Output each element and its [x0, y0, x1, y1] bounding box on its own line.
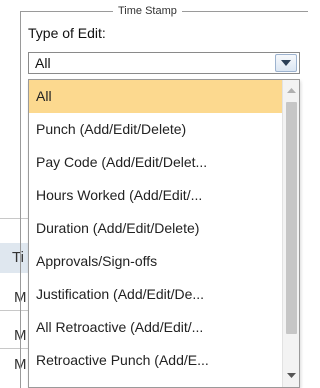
type-of-edit-select[interactable]: All [28, 52, 300, 74]
dropdown-option[interactable]: Justification (Add/Edit/De... [29, 278, 282, 311]
dropdown-option[interactable]: All Retroactive (Add/Edit/... [29, 311, 282, 344]
type-of-edit-dropdown-list[interactable]: All Punch (Add/Edit/Delete) Pay Code (Ad… [28, 79, 300, 388]
triangle-down-icon[interactable] [287, 373, 296, 378]
triangle-up-icon[interactable] [287, 88, 296, 93]
dropdown-option[interactable]: Hours Worked (Add/Edit/... [29, 179, 282, 212]
dropdown-scrollbar[interactable] [282, 80, 299, 387]
dropdown-toggle-button[interactable] [275, 54, 297, 72]
scrollbar-thumb[interactable] [286, 102, 297, 334]
dropdown-option[interactable]: Punch (Add/Edit/Delete) [29, 113, 282, 146]
dropdown-option[interactable]: All [29, 80, 282, 113]
dropdown-option[interactable]: Pay Code (Add/Edit/Delet... [29, 146, 282, 179]
type-of-edit-label: Type of Edit: [28, 25, 106, 41]
select-current-value: All [35, 55, 51, 71]
dropdown-option[interactable]: Duration (Add/Edit/Delete) [29, 212, 282, 245]
dropdown-option[interactable]: Retroactive Punch (Add/E... [29, 344, 282, 377]
chevron-down-icon [281, 60, 291, 66]
dropdown-option[interactable]: Approvals/Sign-offs [29, 245, 282, 278]
group-legend: Time Stamp [113, 4, 182, 18]
